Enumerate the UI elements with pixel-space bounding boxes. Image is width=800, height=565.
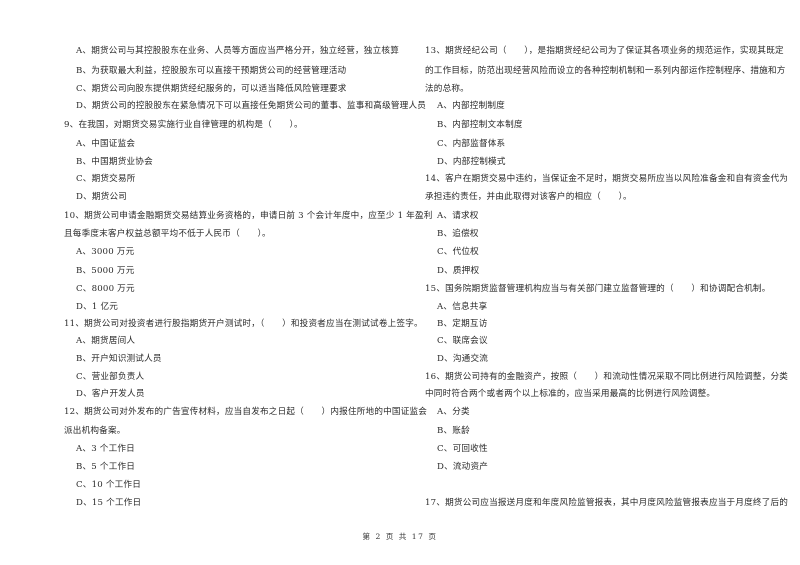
right-answer-option: A、分类 — [437, 407, 470, 417]
right-question-text: 法的总称。 — [425, 84, 469, 94]
left-answer-option: C、期货公司向股东提供期货经纪服务的，可以适当降低风险管理要求 — [76, 84, 347, 94]
right-answer-option: D、沟通交流 — [437, 354, 489, 364]
right-answer-option: C、代位权 — [437, 247, 479, 257]
right-question-text: 14、客户在期货交易中违约，当保证金不足时，期货交易所应当以风险准备金和自有资金… — [425, 174, 789, 184]
right-answer-option: B、定期互访 — [437, 319, 488, 329]
right-question-text: 15、国务院期货监督管理机构应当与有关部门建立监督管理的（ ）和协调配合机制。 — [425, 284, 771, 294]
left-answer-option: D、客户开发人员 — [76, 389, 145, 399]
right-answer-option: A、信息共享 — [437, 302, 488, 312]
right-answer-option: C、可回收性 — [437, 444, 488, 454]
left-answer-option: B、5000 万元 — [76, 266, 135, 276]
right-answer-option: D、内部控制模式 — [437, 157, 506, 167]
left-question-text: 派出机构备案。 — [64, 426, 126, 436]
left-answer-option: B、开户知识测试人员 — [76, 354, 162, 364]
right-question-text: 的工作目标，防范出现经营风险而设立的各种控制机制和一系列内部运作控制程序、措施和… — [425, 66, 786, 76]
left-answer-option: B、为获取最大利益，控股股东可以直接干预期货公司的经营管理活动 — [76, 66, 347, 76]
right-answer-option: B、账龄 — [437, 426, 470, 436]
right-question-text: 承担违约责任，并由此取得对该客户的相应（ ）。 — [425, 192, 632, 202]
right-question-text: 中同时符合两个或者两个以上标准的，应当采用最高的比例进行风险调整。 — [425, 389, 716, 399]
left-answer-option: C、期货交易所 — [76, 174, 136, 184]
document-page: A、期货公司与其控股股东在业务、人员等方面应当严格分开，独立经营，独立核算 B、为… — [0, 0, 800, 565]
right-answer-option: C、内部监督体系 — [437, 139, 506, 149]
left-answer-option: B、中国期货业协会 — [76, 157, 153, 167]
left-answer-option: A、3000 万元 — [76, 247, 135, 257]
left-answer-option: D、期货公司 — [76, 192, 128, 202]
left-answer-option: B、5 个工作日 — [76, 462, 136, 472]
right-answer-option: B、追偿权 — [437, 229, 479, 239]
left-question-text: 11、期货公司对投资者进行股指期货开户测试时，（ ）和投资者应当在测试试卷上签字… — [64, 319, 423, 329]
left-question-text: 12、期货公司对外发布的广告宣传材料，应当自发布之日起（ ）内报住所地的中国证监… — [64, 407, 428, 417]
right-question-text: 13、期货经纪公司（ ），是指期货经纪公司为了保证其各项业务的规范运作，实现其既… — [425, 46, 784, 56]
left-question-text: 且每季度末客户权益总额平均不低于人民币（ ）。 — [64, 229, 271, 239]
left-answer-option: D、1 亿元 — [76, 302, 119, 312]
right-answer-option: D、质押权 — [437, 266, 480, 276]
left-answer-option: A、期货居间人 — [76, 336, 136, 346]
left-question-text: 10、期货公司申请金融期货交易结算业务资格的，申请日前 3 个会计年度中，应至少… — [64, 211, 433, 221]
left-answer-option: C、营业部负责人 — [76, 372, 145, 382]
left-answer-option: A、中国证监会 — [76, 139, 136, 149]
left-answer-option: C、10 个工作日 — [76, 480, 142, 490]
left-answer-option: D、期货公司的控股股东在紧急情况下可以直接任免期货公司的董事、监事和高级管理人员 — [76, 101, 427, 111]
right-answer-option: C、联席会议 — [437, 336, 488, 346]
right-question-text: 16、期货公司持有的金融资产，按照（ ）和流动性情况采取不同比例进行风险调整，分… — [425, 372, 789, 382]
page-footer: 第 2 页 共 17 页 — [362, 532, 438, 541]
left-answer-option: A、期货公司与其控股股东在业务、人员等方面应当严格分开，独立经营，独立核算 — [76, 46, 399, 56]
right-answer-option: D、流动资产 — [437, 462, 489, 472]
left-answer-option: C、8000 万元 — [76, 284, 135, 294]
right-answer-option: A、请求权 — [437, 211, 479, 221]
left-answer-option: D、15 个工作日 — [76, 498, 142, 508]
right-answer-option: B、内部控制文本制度 — [437, 120, 523, 130]
left-question-text: 9、在我国，对期货交易实施行业自律管理的机构是（ ）。 — [64, 120, 303, 130]
right-answer-option: A、内部控制制度 — [437, 101, 505, 111]
right-question-text: 17、期货公司应当报送月度和年度风险监管报表，其中月度风险监管报表应当于月度终了… — [425, 498, 789, 508]
left-answer-option: A、3 个工作日 — [76, 444, 135, 454]
